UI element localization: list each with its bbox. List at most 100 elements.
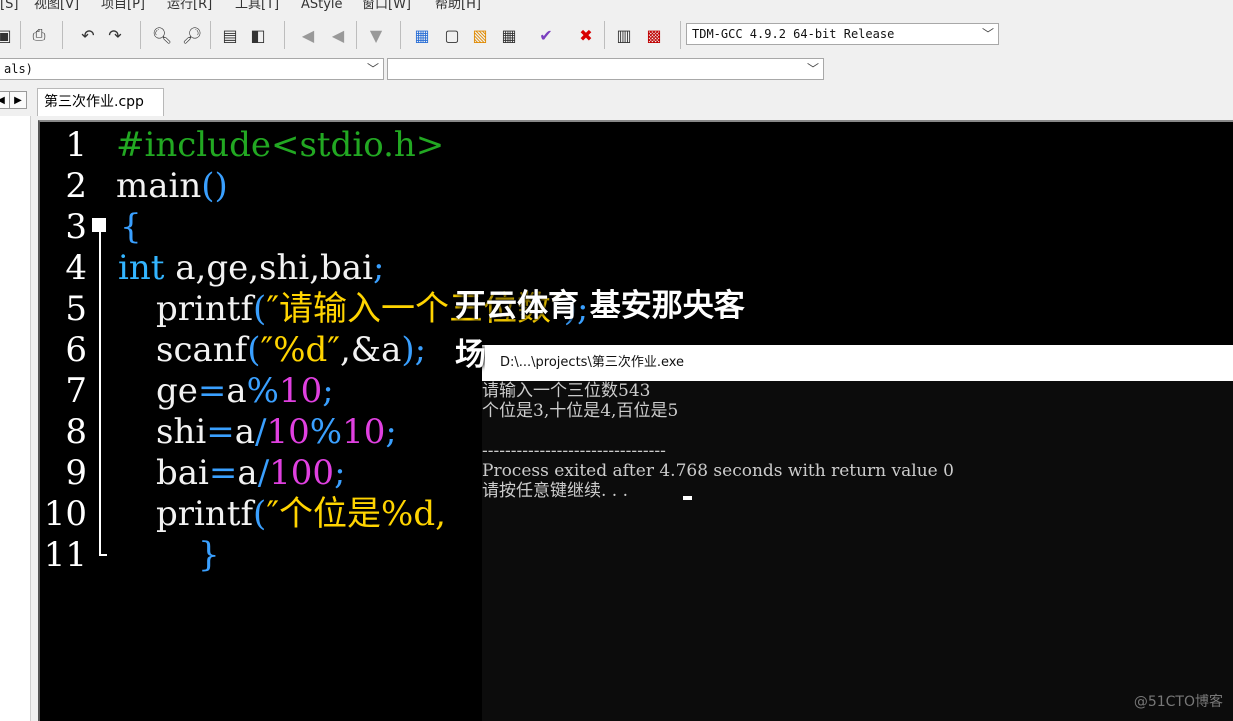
toolbar-separator bbox=[140, 21, 141, 49]
code-token: = bbox=[197, 371, 227, 411]
menu-item-tools[interactable]: 工具[T] bbox=[235, 0, 279, 12]
tab-scroll-right-button[interactable]: ▶ bbox=[9, 91, 27, 109]
code-token: printf bbox=[156, 494, 254, 534]
code-token: printf bbox=[156, 289, 254, 329]
compiler-select[interactable]: TDM-GCC 4.9.2 64-bit Release ﹀ bbox=[686, 23, 999, 45]
code-token: ge bbox=[156, 371, 198, 411]
class-browser-select-value: als) bbox=[4, 62, 33, 76]
chevron-down-icon: ﹀ bbox=[981, 27, 994, 41]
code-line-7: ge=a%10; bbox=[156, 371, 334, 412]
code-token: main bbox=[116, 166, 202, 206]
code-token: bai bbox=[156, 453, 209, 493]
bookmark-next-icon[interactable]: ◀ bbox=[326, 23, 350, 47]
code-token: ; bbox=[334, 453, 346, 493]
toolbar-separator bbox=[400, 21, 401, 49]
code-line-4: int a,ge,shi,bai; bbox=[118, 248, 384, 289]
code-token: ; bbox=[414, 330, 427, 370]
line-number: 6 bbox=[65, 330, 87, 370]
code-token: a bbox=[234, 412, 256, 452]
chevron-down-icon: ﹀ bbox=[366, 62, 379, 76]
code-token: a,ge,shi,bai bbox=[164, 248, 373, 288]
check-syntax-icon[interactable]: ✔ bbox=[534, 23, 558, 47]
console-prompt-line: 请按任意键继续. . . bbox=[482, 481, 629, 501]
code-line-1: #include<stdio.h> bbox=[116, 125, 444, 166]
code-token: 10 bbox=[342, 412, 386, 452]
console-output-line: 个位是3,十位是4,百位是5 bbox=[482, 401, 679, 421]
code-token: ; bbox=[372, 248, 385, 288]
code-token: { bbox=[120, 207, 142, 247]
chevron-down-icon: ﹀ bbox=[806, 62, 819, 76]
find-icon[interactable]: 🔍︎ bbox=[150, 23, 174, 47]
menu-item-project[interactable]: 项目[P] bbox=[101, 0, 145, 12]
stop-execution-icon[interactable]: ✖ bbox=[574, 23, 598, 47]
code-token: () bbox=[201, 166, 228, 206]
rebuild-icon[interactable]: ▦ bbox=[497, 23, 521, 47]
code-line-3: { bbox=[120, 207, 142, 248]
code-line-10: printf(″个位是%d, bbox=[156, 494, 446, 535]
code-token: 100 bbox=[269, 453, 335, 493]
code-token: ( bbox=[253, 289, 267, 329]
toolbar-separator bbox=[356, 21, 357, 49]
toolbar-separator bbox=[604, 21, 605, 49]
line-number: 7 bbox=[65, 371, 87, 411]
code-token: ″%d″ bbox=[260, 330, 340, 370]
editor-tab-strip: ◀ ▶ 第三次作业.cpp bbox=[0, 88, 1233, 116]
replace-icon[interactable]: 🔎︎ bbox=[180, 23, 204, 47]
member-select[interactable]: ﹀ bbox=[387, 58, 824, 80]
code-token: ( bbox=[247, 330, 261, 370]
profile-icon[interactable]: ▥ bbox=[612, 23, 636, 47]
toolbar-separator bbox=[62, 21, 63, 49]
menu-item-astyle[interactable]: AStyle bbox=[301, 0, 343, 12]
undo-icon[interactable]: ↶ bbox=[76, 23, 100, 47]
code-token: / bbox=[255, 412, 267, 452]
console-cursor bbox=[683, 496, 692, 500]
delete-profile-icon[interactable]: ▩ bbox=[642, 23, 666, 47]
overlay-text: 开云体育 基安那央客 bbox=[455, 288, 745, 324]
line-number: 5 bbox=[65, 289, 87, 329]
code-token: ; bbox=[385, 412, 397, 452]
menu-item-s[interactable]: [S] bbox=[0, 0, 18, 12]
code-token: ) bbox=[401, 330, 415, 370]
code-token: / bbox=[257, 453, 270, 493]
line-number: 1 bbox=[65, 125, 87, 165]
line-number: 9 bbox=[65, 453, 87, 493]
code-token: 10 bbox=[278, 371, 323, 411]
code-line-6: scanf(″%d″,&a); bbox=[156, 330, 426, 371]
code-token: a bbox=[237, 453, 258, 493]
toolbar-separator bbox=[284, 21, 285, 49]
print-icon[interactable]: ⎙ bbox=[27, 23, 51, 47]
code-token: int bbox=[118, 248, 165, 288]
menu-item-window[interactable]: 窗口[W] bbox=[362, 0, 411, 12]
code-line-9: bai=a/100; bbox=[156, 453, 346, 494]
code-line-8: shi=a/10%10; bbox=[156, 412, 397, 453]
toolbar-separator bbox=[210, 21, 211, 49]
goto-line-icon[interactable]: ▼ bbox=[364, 23, 388, 47]
compile-icon[interactable]: ▦ bbox=[410, 23, 434, 47]
unindent-icon[interactable]: ◧ bbox=[246, 23, 270, 47]
menu-item-help[interactable]: 帮助[H] bbox=[435, 0, 481, 12]
redo-icon[interactable]: ↷ bbox=[103, 23, 127, 47]
menu-item-view[interactable]: 视图[V] bbox=[34, 0, 79, 12]
code-token: #include<stdio.h> bbox=[116, 125, 445, 165]
compile-run-icon[interactable]: ▧ bbox=[468, 23, 492, 47]
console-window[interactable]: D:\...\projects\第三次作业.exe 请输入一个三位数543 个位… bbox=[482, 345, 1233, 721]
indent-icon[interactable]: ▤ bbox=[218, 23, 242, 47]
code-token: ; bbox=[322, 371, 334, 411]
line-number: 2 bbox=[65, 166, 87, 206]
class-browser-select[interactable]: als) ﹀ bbox=[0, 58, 384, 80]
line-number: 3 bbox=[65, 207, 87, 247]
code-token: = bbox=[208, 453, 238, 493]
save-all-icon[interactable]: ▣ bbox=[0, 23, 16, 47]
code-token: ,&a bbox=[340, 330, 402, 370]
compiler-select-value: TDM-GCC 4.9.2 64-bit Release bbox=[692, 27, 895, 41]
code-token: 10 bbox=[266, 412, 310, 452]
menu-item-run[interactable]: 运行[R] bbox=[167, 0, 212, 12]
bookmark-prev-icon[interactable]: ◀ bbox=[296, 23, 320, 47]
code-line-11: } bbox=[198, 535, 220, 576]
run-icon[interactable]: ▢ bbox=[440, 23, 464, 47]
tab-active-file[interactable]: 第三次作业.cpp bbox=[37, 88, 164, 116]
fold-guide bbox=[99, 226, 101, 556]
overlay-text-2: 场 bbox=[455, 337, 485, 373]
line-number: 8 bbox=[65, 412, 87, 452]
site-watermark: @51CTO博客 bbox=[1133, 694, 1223, 710]
